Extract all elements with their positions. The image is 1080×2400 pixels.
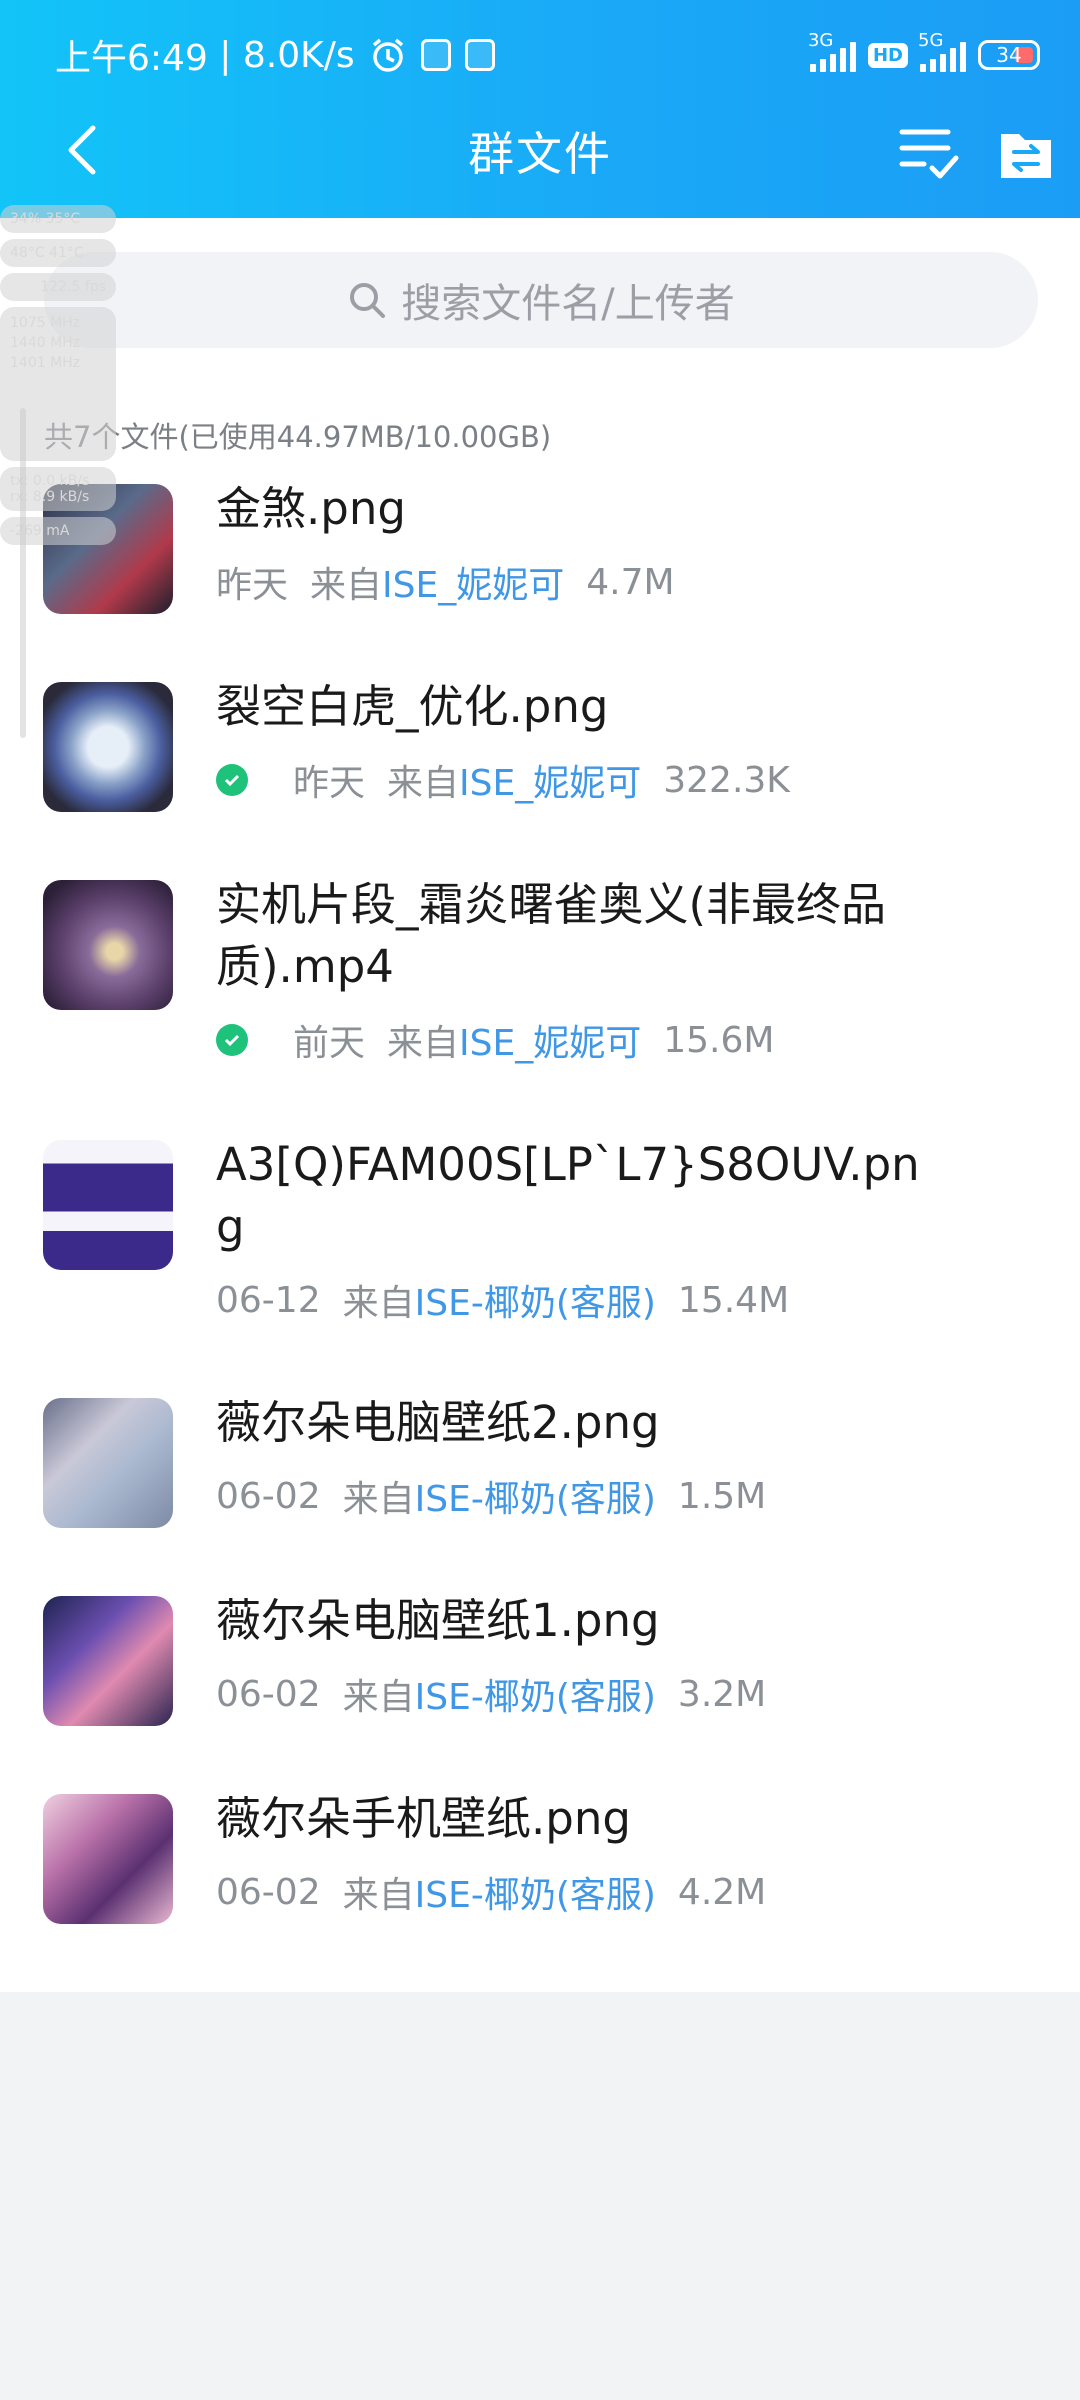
file-meta: 昨天 来自 ISE_妮妮可 4.7M	[216, 556, 675, 608]
file-row[interactable]: 裂空白虎_优化.png 昨天 来自 ISE_妮妮可 322.3K	[0, 680, 1080, 884]
file-from-label: 来自	[342, 1283, 415, 1324]
file-list: 金煞.png 昨天 来自 ISE_妮妮可 4.7M 裂空白虎_优化.png 昨天…	[0, 482, 1080, 1996]
file-row[interactable]: 薇尔朵电脑壁纸2.png 06-02 来自 ISE-椰奶(客服) 1.5M	[0, 1396, 1080, 1600]
search-placeholder: 搜索文件名/上传者	[401, 281, 735, 327]
downloaded-check-icon	[216, 764, 248, 796]
file-meta: 06-12 来自 ISE-椰奶(客服) 15.4M	[216, 1274, 789, 1326]
file-date: 昨天	[216, 565, 289, 606]
app-notification-icon-2	[464, 39, 495, 71]
file-uploader[interactable]: ISE-椰奶(客服)	[415, 1668, 656, 1720]
performance-overlay: 34% 35°C 48°C 41°C 122.5 fps 1075 MHz 14…	[0, 205, 116, 551]
file-thumbnail	[43, 1794, 173, 1924]
file-uploader[interactable]: ISE_妮妮可	[459, 1014, 641, 1066]
file-meta: 昨天 来自 ISE_妮妮可 322.3K	[216, 754, 790, 806]
file-row[interactable]: 金煞.png 昨天 来自 ISE_妮妮可 4.7M	[0, 482, 1080, 686]
status-right: 3G HD 5G 34	[808, 30, 1040, 80]
signal-icon-sim1: 3G	[808, 30, 856, 72]
file-thumbnail	[43, 1398, 173, 1528]
file-list-panel: 搜索文件名/上传者 共7个文件(已使用44.97MB/10.00GB) 金煞.p…	[0, 218, 1080, 1992]
overlay-current: -269 mA	[0, 517, 116, 545]
app-header: 上午6:49 | 8.0K/s 3G HD 5G 34 群文件	[0, 0, 1080, 218]
app-notification-icon	[420, 39, 451, 71]
file-from-label: 来自	[342, 1479, 415, 1520]
folder-transfer-icon	[1001, 134, 1051, 178]
overlay-network: tx: 0.0 kB/s rx: 8.9 kB/s	[0, 467, 116, 511]
file-from-label: 来自	[387, 763, 460, 804]
file-date: 06-12	[216, 1279, 321, 1321]
file-size: 4.2M	[677, 1871, 767, 1913]
status-left: 上午6:49 | 8.0K/s	[55, 28, 495, 82]
overlay-cpu-temp: 48°C 41°C	[0, 239, 116, 267]
file-row[interactable]: 薇尔朵电脑壁纸1.png 06-02 来自 ISE-椰奶(客服) 3.2M	[0, 1594, 1080, 1798]
battery-icon: 34	[978, 40, 1040, 70]
file-name: A3[Q)FAM00S[LP`L7}S8OUV.png	[216, 1138, 920, 1253]
file-thumbnail	[43, 682, 173, 812]
file-name: 实机片段_霜炎曙雀奥义(非最终品质).mp4	[216, 878, 887, 993]
file-meta: 06-02 来自 ISE-椰奶(客服) 4.2M	[216, 1866, 766, 1918]
file-size: 1.5M	[677, 1475, 767, 1517]
overlay-fps: 122.5 fps	[0, 273, 116, 301]
search-icon	[350, 283, 386, 318]
file-size: 15.4M	[677, 1279, 790, 1321]
hd-icon: HD	[867, 42, 908, 68]
file-meta: 06-02 来自 ISE-椰奶(客服) 1.5M	[216, 1470, 766, 1522]
file-row[interactable]: 实机片段_霜炎曙雀奥义(非最终品质).mp4 前天 来自 ISE_妮妮可 15.…	[0, 878, 1080, 1144]
file-uploader[interactable]: ISE-椰奶(客服)	[415, 1274, 656, 1326]
file-thumbnail	[43, 1140, 173, 1270]
file-name: 薇尔朵手机壁纸.png	[216, 1792, 631, 1845]
search-input[interactable]: 搜索文件名/上传者	[44, 252, 1038, 348]
multi-select-button[interactable]	[896, 120, 960, 184]
status-net-speed: 8.0K/s	[242, 34, 355, 76]
file-size: 3.2M	[677, 1673, 767, 1715]
file-uploader[interactable]: ISE_妮妮可	[382, 556, 564, 608]
file-date: 昨天	[293, 763, 366, 804]
file-size: 322.3K	[663, 759, 790, 801]
storage-summary: 共7个文件(已使用44.97MB/10.00GB)	[44, 420, 552, 454]
file-uploader[interactable]: ISE-椰奶(客服)	[415, 1470, 656, 1522]
file-date: 前天	[293, 1023, 366, 1064]
file-row[interactable]: 薇尔朵手机壁纸.png 06-02 来自 ISE-椰奶(客服) 4.2M	[0, 1792, 1080, 1996]
file-from-label: 来自	[342, 1875, 415, 1916]
status-bar: 上午6:49 | 8.0K/s 3G HD 5G 34	[0, 0, 1080, 110]
file-date: 06-02	[216, 1673, 321, 1715]
file-thumbnail	[43, 1596, 173, 1726]
file-from-label: 来自	[387, 1023, 460, 1064]
scrollbar[interactable]	[20, 408, 26, 738]
status-time: 上午6:49	[55, 38, 208, 79]
file-name: 裂空白虎_优化.png	[216, 680, 609, 733]
file-name: 薇尔朵电脑壁纸1.png	[216, 1594, 660, 1647]
file-date: 06-02	[216, 1475, 321, 1517]
overlay-battery-temp: 34% 35°C	[0, 205, 116, 233]
file-size: 4.7M	[586, 561, 675, 603]
file-row[interactable]: A3[Q)FAM00S[LP`L7}S8OUV.png 06-12 来自 ISE…	[0, 1138, 1080, 1402]
list-check-icon	[899, 129, 959, 179]
file-size: 15.6M	[663, 1019, 775, 1061]
file-meta: 前天 来自 ISE_妮妮可 15.6M	[216, 1014, 774, 1066]
overlay-cpu-freq: 1075 MHz 1440 MHz 1401 MHz	[0, 307, 116, 461]
file-meta: 06-02 来自 ISE-椰奶(客服) 3.2M	[216, 1668, 766, 1720]
file-from-label: 来自	[342, 1677, 415, 1718]
folder-transfer-button[interactable]	[998, 126, 1054, 182]
file-date: 06-02	[216, 1871, 321, 1913]
downloaded-check-icon	[216, 1024, 248, 1056]
file-thumbnail	[43, 880, 173, 1010]
file-uploader[interactable]: ISE_妮妮可	[459, 754, 641, 806]
signal-icon-sim2: 5G	[918, 30, 966, 72]
file-from-label: 来自	[310, 565, 383, 606]
file-name: 薇尔朵电脑壁纸2.png	[216, 1396, 660, 1449]
file-name: 金煞.png	[216, 482, 406, 535]
file-uploader[interactable]: ISE-椰奶(客服)	[415, 1866, 656, 1918]
alarm-icon	[369, 36, 407, 74]
